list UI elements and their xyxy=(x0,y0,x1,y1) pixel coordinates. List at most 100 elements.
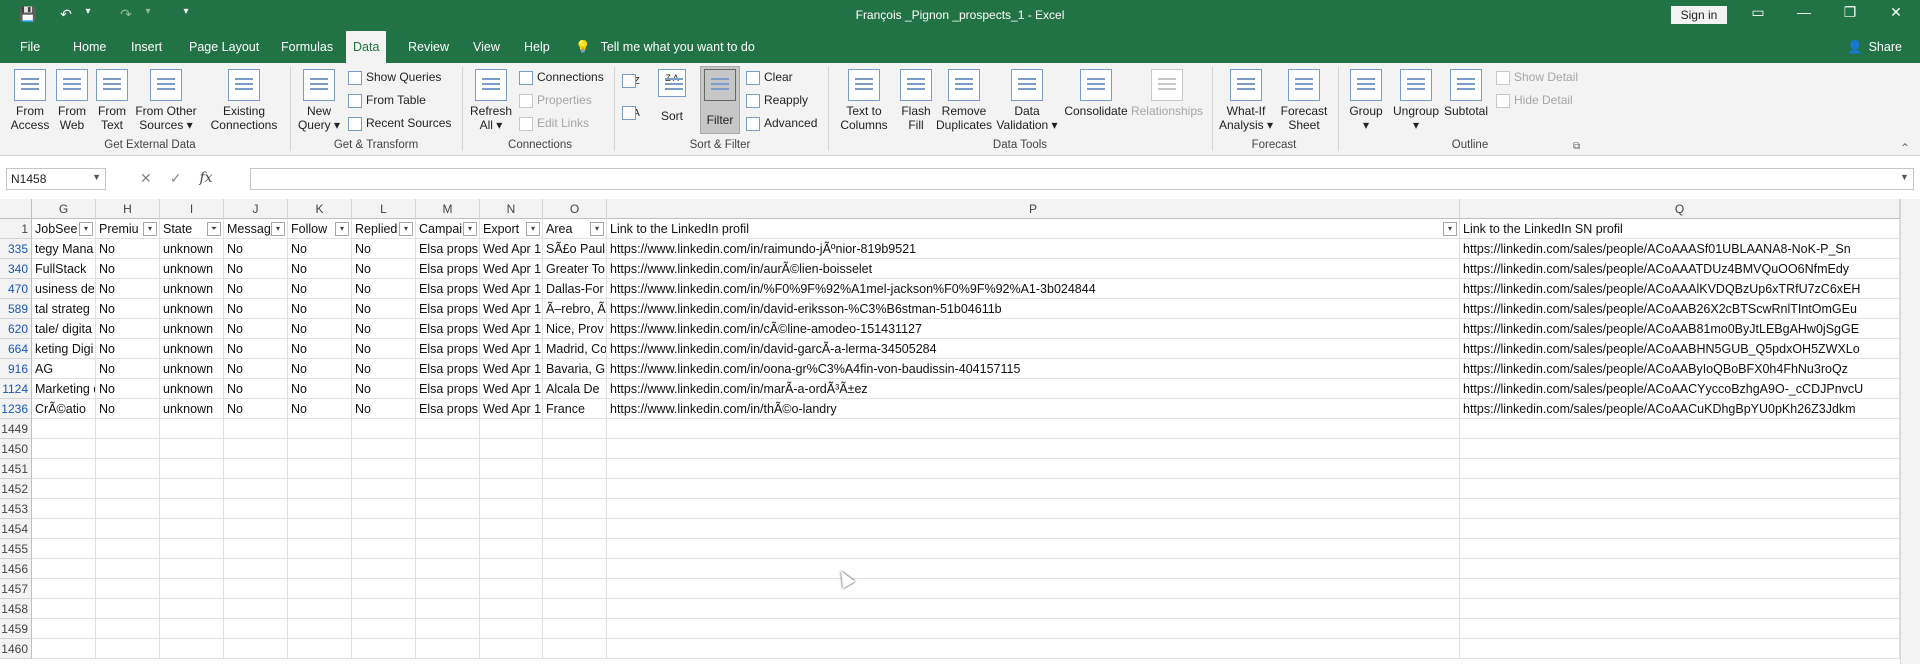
row-header[interactable]: 1 xyxy=(0,219,32,239)
table-cell[interactable]: https://linkedin.com/sales/people/ACoAAA… xyxy=(1460,239,1900,259)
table-cell[interactable] xyxy=(480,579,543,599)
column-header-g[interactable]: G xyxy=(32,199,96,219)
table-cell[interactable]: No xyxy=(288,239,352,259)
column-header-n[interactable]: N xyxy=(480,199,543,219)
column-header-k[interactable]: K xyxy=(288,199,352,219)
table-cell[interactable] xyxy=(543,599,607,619)
filter-dropdown-icon[interactable]: ▾ xyxy=(271,222,285,236)
table-cell[interactable] xyxy=(1460,559,1900,579)
table-cell[interactable]: Nice, Prov xyxy=(543,319,607,339)
table-cell[interactable]: https://www.linkedin.com/in/marÃ-a-ordÃ³… xyxy=(607,379,1460,399)
table-cell[interactable] xyxy=(480,439,543,459)
column-header-m[interactable]: M xyxy=(416,199,480,219)
column-header-q[interactable]: Q xyxy=(1460,199,1900,219)
table-cell[interactable]: Wed Apr 1 xyxy=(480,379,543,399)
table-cell[interactable] xyxy=(607,559,1460,579)
table-cell[interactable]: Elsa props xyxy=(416,239,480,259)
table-cell[interactable]: unknown xyxy=(160,379,224,399)
table-cell[interactable] xyxy=(416,539,480,559)
row-header[interactable]: 1450 xyxy=(0,439,32,459)
table-cell[interactable]: Wed Apr 1 xyxy=(480,399,543,419)
filter-active-icon[interactable]: ⏷ xyxy=(207,222,221,236)
table-cell[interactable] xyxy=(32,559,96,579)
table-cell[interactable] xyxy=(160,439,224,459)
outline-dialog-launcher-icon[interactable]: ⧉ xyxy=(1573,141,1580,152)
row-header[interactable]: 1455 xyxy=(0,539,32,559)
filter-dropdown-icon[interactable]: ▾ xyxy=(143,222,157,236)
table-cell[interactable] xyxy=(416,499,480,519)
table-cell[interactable] xyxy=(480,419,543,439)
relationships-button[interactable]: Relationships xyxy=(1130,69,1204,118)
row-header[interactable]: 589 xyxy=(0,299,32,319)
table-cell[interactable]: https://linkedin.com/sales/people/ACoAAB… xyxy=(1460,359,1900,379)
table-cell[interactable] xyxy=(352,619,416,639)
table-cell[interactable] xyxy=(416,579,480,599)
table-cell[interactable] xyxy=(1460,639,1900,659)
table-cell[interactable] xyxy=(32,439,96,459)
table-cell[interactable]: Wed Apr 1 xyxy=(480,339,543,359)
forecast-sheet-button[interactable]: Forecast Sheet xyxy=(1278,69,1330,132)
table-cell[interactable] xyxy=(224,539,288,559)
table-cell[interactable] xyxy=(480,619,543,639)
table-cell[interactable] xyxy=(1460,459,1900,479)
table-cell[interactable] xyxy=(224,459,288,479)
table-cell[interactable] xyxy=(416,479,480,499)
table-cell[interactable] xyxy=(416,519,480,539)
table-cell[interactable] xyxy=(607,579,1460,599)
table-cell[interactable]: No xyxy=(352,359,416,379)
row-header[interactable]: 664 xyxy=(0,339,32,359)
table-cell[interactable] xyxy=(160,599,224,619)
table-cell[interactable]: No xyxy=(96,259,160,279)
table-cell[interactable]: tal strateg xyxy=(32,299,96,319)
table-cell[interactable] xyxy=(543,499,607,519)
row-header[interactable]: 340 xyxy=(0,259,32,279)
table-cell[interactable]: No xyxy=(96,399,160,419)
row-header[interactable]: 620 xyxy=(0,319,32,339)
clear-filter-button[interactable]: Clear xyxy=(744,68,793,86)
table-cell[interactable]: No xyxy=(224,299,288,319)
vertical-scrollbar[interactable] xyxy=(1900,199,1920,664)
filter-dropdown-icon[interactable]: ▾ xyxy=(79,222,93,236)
table-cell[interactable] xyxy=(416,559,480,579)
expand-formula-bar-icon[interactable]: ▼ xyxy=(1900,172,1909,182)
advanced-filter-button[interactable]: Advanced xyxy=(744,114,817,132)
table-cell[interactable]: France xyxy=(543,399,607,419)
tab-help[interactable]: Help xyxy=(517,31,557,63)
table-cell[interactable] xyxy=(160,559,224,579)
table-cell[interactable]: Elsa props xyxy=(416,319,480,339)
table-cell[interactable]: https://www.linkedin.com/in/%F0%9F%92%A1… xyxy=(607,279,1460,299)
show-detail-button[interactable]: Show Detail xyxy=(1494,68,1578,86)
table-cell[interactable] xyxy=(352,459,416,479)
table-cell[interactable]: https://www.linkedin.com/in/aurÃ©lien-bo… xyxy=(607,259,1460,279)
table-cell[interactable] xyxy=(224,499,288,519)
table-cell[interactable]: No xyxy=(288,359,352,379)
table-cell[interactable] xyxy=(607,459,1460,479)
table-cell[interactable]: No xyxy=(224,319,288,339)
table-cell[interactable] xyxy=(480,539,543,559)
formula-input[interactable] xyxy=(250,168,1914,190)
text-to-columns-button[interactable]: Text to Columns xyxy=(834,69,894,132)
table-cell[interactable] xyxy=(288,619,352,639)
ribbon-display-options-icon[interactable]: ▭ xyxy=(1735,4,1781,21)
sort-z-to-a-button[interactable]: Z↓A xyxy=(620,103,640,121)
select-all-corner[interactable] xyxy=(0,199,32,219)
filter-dropdown-icon[interactable]: ▾ xyxy=(463,222,477,236)
table-cell[interactable] xyxy=(352,419,416,439)
table-cell[interactable] xyxy=(416,419,480,439)
table-cell[interactable] xyxy=(416,439,480,459)
table-cell[interactable]: https://linkedin.com/sales/people/ACoAAC… xyxy=(1460,399,1900,419)
tab-page-layout[interactable]: Page Layout xyxy=(182,31,266,63)
row-header[interactable]: 1124 xyxy=(0,379,32,399)
table-cell[interactable] xyxy=(288,459,352,479)
table-cell[interactable]: No xyxy=(288,379,352,399)
table-cell[interactable]: No xyxy=(288,339,352,359)
table-cell[interactable] xyxy=(32,539,96,559)
table-cell[interactable]: FullStack xyxy=(32,259,96,279)
column-header-l[interactable]: L xyxy=(352,199,416,219)
table-cell[interactable] xyxy=(160,539,224,559)
remove-duplicates-button[interactable]: Remove Duplicates xyxy=(936,69,992,132)
table-cell[interactable]: tale/ digita xyxy=(32,319,96,339)
table-cell[interactable] xyxy=(224,479,288,499)
table-cell[interactable]: No xyxy=(352,279,416,299)
table-cell[interactable]: No xyxy=(96,319,160,339)
